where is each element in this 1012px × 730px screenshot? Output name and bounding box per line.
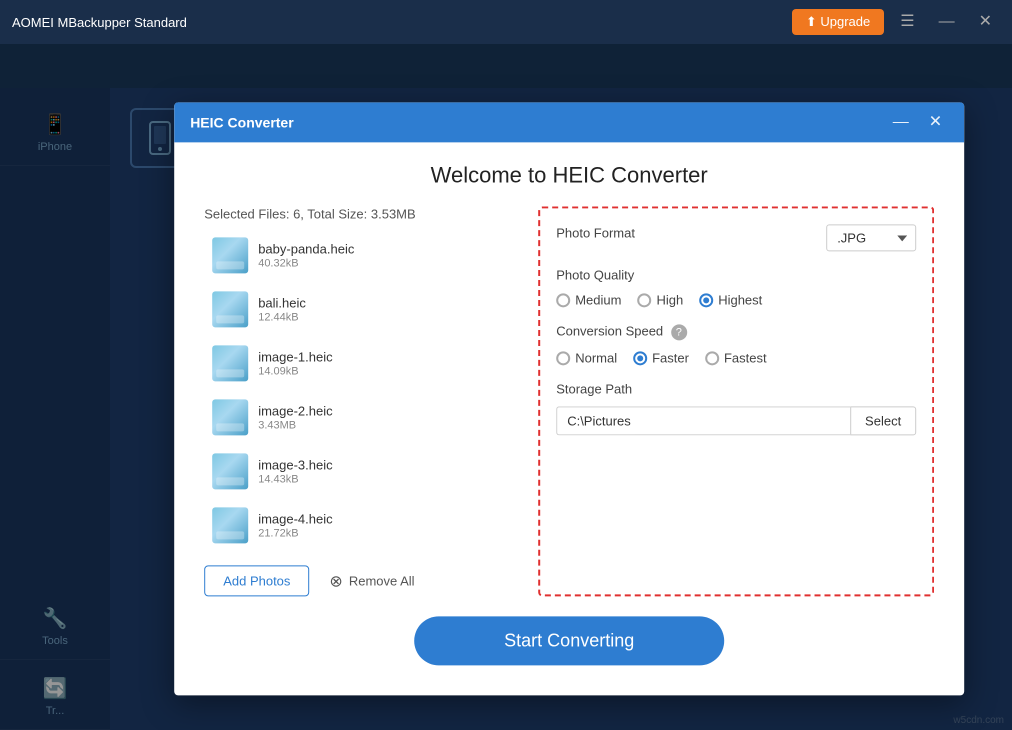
- quality-options: Medium High Highest: [556, 292, 916, 307]
- dialog-close-button[interactable]: ✕: [923, 112, 948, 132]
- speed-option-label: Normal: [575, 350, 617, 365]
- file-list-item: baby-panda.heic 40.32kB: [204, 231, 514, 279]
- dialog-controls: — ✕: [887, 112, 948, 132]
- quality-option-label: Medium: [575, 292, 621, 307]
- path-input-group: Select: [556, 406, 916, 435]
- conversion-speed-row: Conversion Speed ? Normal Faster Fastest: [556, 323, 916, 365]
- remove-all-icon: ⊗: [329, 571, 342, 591]
- dialog-title: HEIC Converter: [190, 114, 293, 130]
- file-thumbnail: [212, 399, 248, 435]
- add-photos-button[interactable]: Add Photos: [204, 565, 309, 596]
- file-thumbnail: [212, 345, 248, 381]
- file-thumbnail: [212, 291, 248, 327]
- file-info: image-3.heic 14.43kB: [258, 457, 332, 485]
- photo-format-select[interactable]: .JPG .PNG: [826, 224, 916, 251]
- storage-path-label: Storage Path: [556, 381, 916, 396]
- file-name: image-1.heic: [258, 349, 332, 364]
- radio-circle: [637, 293, 651, 307]
- upgrade-button[interactable]: ⬆ Upgrade: [792, 9, 884, 35]
- speed-options: Normal Faster Fastest: [556, 350, 916, 365]
- dialog-minimize-button[interactable]: —: [887, 112, 915, 132]
- help-icon[interactable]: ?: [671, 324, 687, 340]
- photo-quality-row: Photo Quality Medium High Highest: [556, 267, 916, 307]
- file-size: 21.72kB: [258, 527, 332, 539]
- file-name: bali.heic: [258, 295, 306, 310]
- file-thumbnail: [212, 507, 248, 543]
- speed-option-normal[interactable]: Normal: [556, 350, 617, 365]
- file-name: baby-panda.heic: [258, 241, 354, 256]
- title-bar-left: AOMEI MBackupper Standard: [12, 15, 187, 30]
- title-bar-right: ⬆ Upgrade ☰ — ✕: [792, 9, 1000, 35]
- speed-option-fastest[interactable]: Fastest: [705, 350, 767, 365]
- file-info: image-1.heic 14.09kB: [258, 349, 332, 377]
- file-list-item: image-3.heic 14.43kB: [204, 447, 514, 495]
- remove-all-button[interactable]: ⊗ Remove All: [329, 571, 414, 591]
- file-info: image-2.heic 3.43MB: [258, 403, 332, 431]
- radio-circle: [705, 351, 719, 365]
- minimize-button[interactable]: —: [931, 10, 963, 34]
- file-count: Selected Files: 6, Total Size: 3.53MB: [204, 206, 514, 221]
- file-list-item: bali.heic 12.44kB: [204, 285, 514, 333]
- conversion-speed-label: Conversion Speed ?: [556, 323, 916, 340]
- path-select-button[interactable]: Select: [850, 406, 916, 435]
- storage-path-input[interactable]: [556, 406, 850, 435]
- file-list-item: image-4.heic 21.72kB: [204, 501, 514, 549]
- file-info: baby-panda.heic 40.32kB: [258, 241, 354, 269]
- speed-option-label: Fastest: [724, 350, 767, 365]
- file-size: 14.09kB: [258, 365, 332, 377]
- photo-format-label: Photo Format: [556, 225, 635, 240]
- app-body: Welcome to AOMEI MBackupper Always keep …: [0, 44, 1012, 730]
- radio-circle: [556, 293, 570, 307]
- quality-option-medium[interactable]: Medium: [556, 292, 621, 307]
- dialog-body: Welcome to HEIC Converter Selected Files…: [174, 142, 964, 695]
- start-converting-button[interactable]: Start Converting: [414, 616, 724, 665]
- close-button[interactable]: ✕: [971, 10, 1000, 34]
- storage-path-row: Storage Path Select: [556, 381, 916, 435]
- file-actions: Add Photos ⊗ Remove All: [204, 565, 514, 596]
- quality-option-label: High: [656, 292, 683, 307]
- dialog-content: Selected Files: 6, Total Size: 3.53MB ba…: [204, 206, 934, 596]
- quality-option-high[interactable]: High: [637, 292, 683, 307]
- title-bar: AOMEI MBackupper Standard ⬆ Upgrade ☰ — …: [0, 0, 1012, 44]
- file-list: baby-panda.heic 40.32kB bali.heic 12.44k…: [204, 231, 514, 549]
- settings-section: Photo Format .JPG .PNG Photo Quality Med…: [538, 206, 934, 596]
- dialog-title-bar: HEIC Converter — ✕: [174, 102, 964, 142]
- file-name: image-2.heic: [258, 403, 332, 418]
- file-size: 3.43MB: [258, 419, 332, 431]
- radio-circle: [556, 351, 570, 365]
- file-list-item: image-2.heic 3.43MB: [204, 393, 514, 441]
- file-info: bali.heic 12.44kB: [258, 295, 306, 323]
- file-name: image-4.heic: [258, 511, 332, 526]
- file-list-section: Selected Files: 6, Total Size: 3.53MB ba…: [204, 206, 514, 596]
- file-thumbnail: [212, 237, 248, 273]
- photo-format-row: Photo Format .JPG .PNG: [556, 224, 916, 251]
- radio-circle: [633, 351, 647, 365]
- file-info: image-4.heic 21.72kB: [258, 511, 332, 539]
- file-size: 14.43kB: [258, 473, 332, 485]
- remove-all-label: Remove All: [349, 573, 415, 588]
- file-list-item: image-1.heic 14.09kB: [204, 339, 514, 387]
- menu-button[interactable]: ☰: [892, 10, 922, 34]
- speed-option-label: Faster: [652, 350, 689, 365]
- speed-option-faster[interactable]: Faster: [633, 350, 689, 365]
- dialog-heading: Welcome to HEIC Converter: [204, 162, 934, 188]
- quality-option-highest[interactable]: Highest: [699, 292, 762, 307]
- quality-option-label: Highest: [718, 292, 762, 307]
- heic-converter-dialog: HEIC Converter — ✕ Welcome to HEIC Conve…: [174, 102, 964, 695]
- file-size: 12.44kB: [258, 311, 306, 323]
- file-thumbnail: [212, 453, 248, 489]
- radio-circle: [699, 293, 713, 307]
- app-name: AOMEI MBackupper Standard: [12, 15, 187, 30]
- file-name: image-3.heic: [258, 457, 332, 472]
- photo-quality-label: Photo Quality: [556, 267, 916, 282]
- file-size: 40.32kB: [258, 257, 354, 269]
